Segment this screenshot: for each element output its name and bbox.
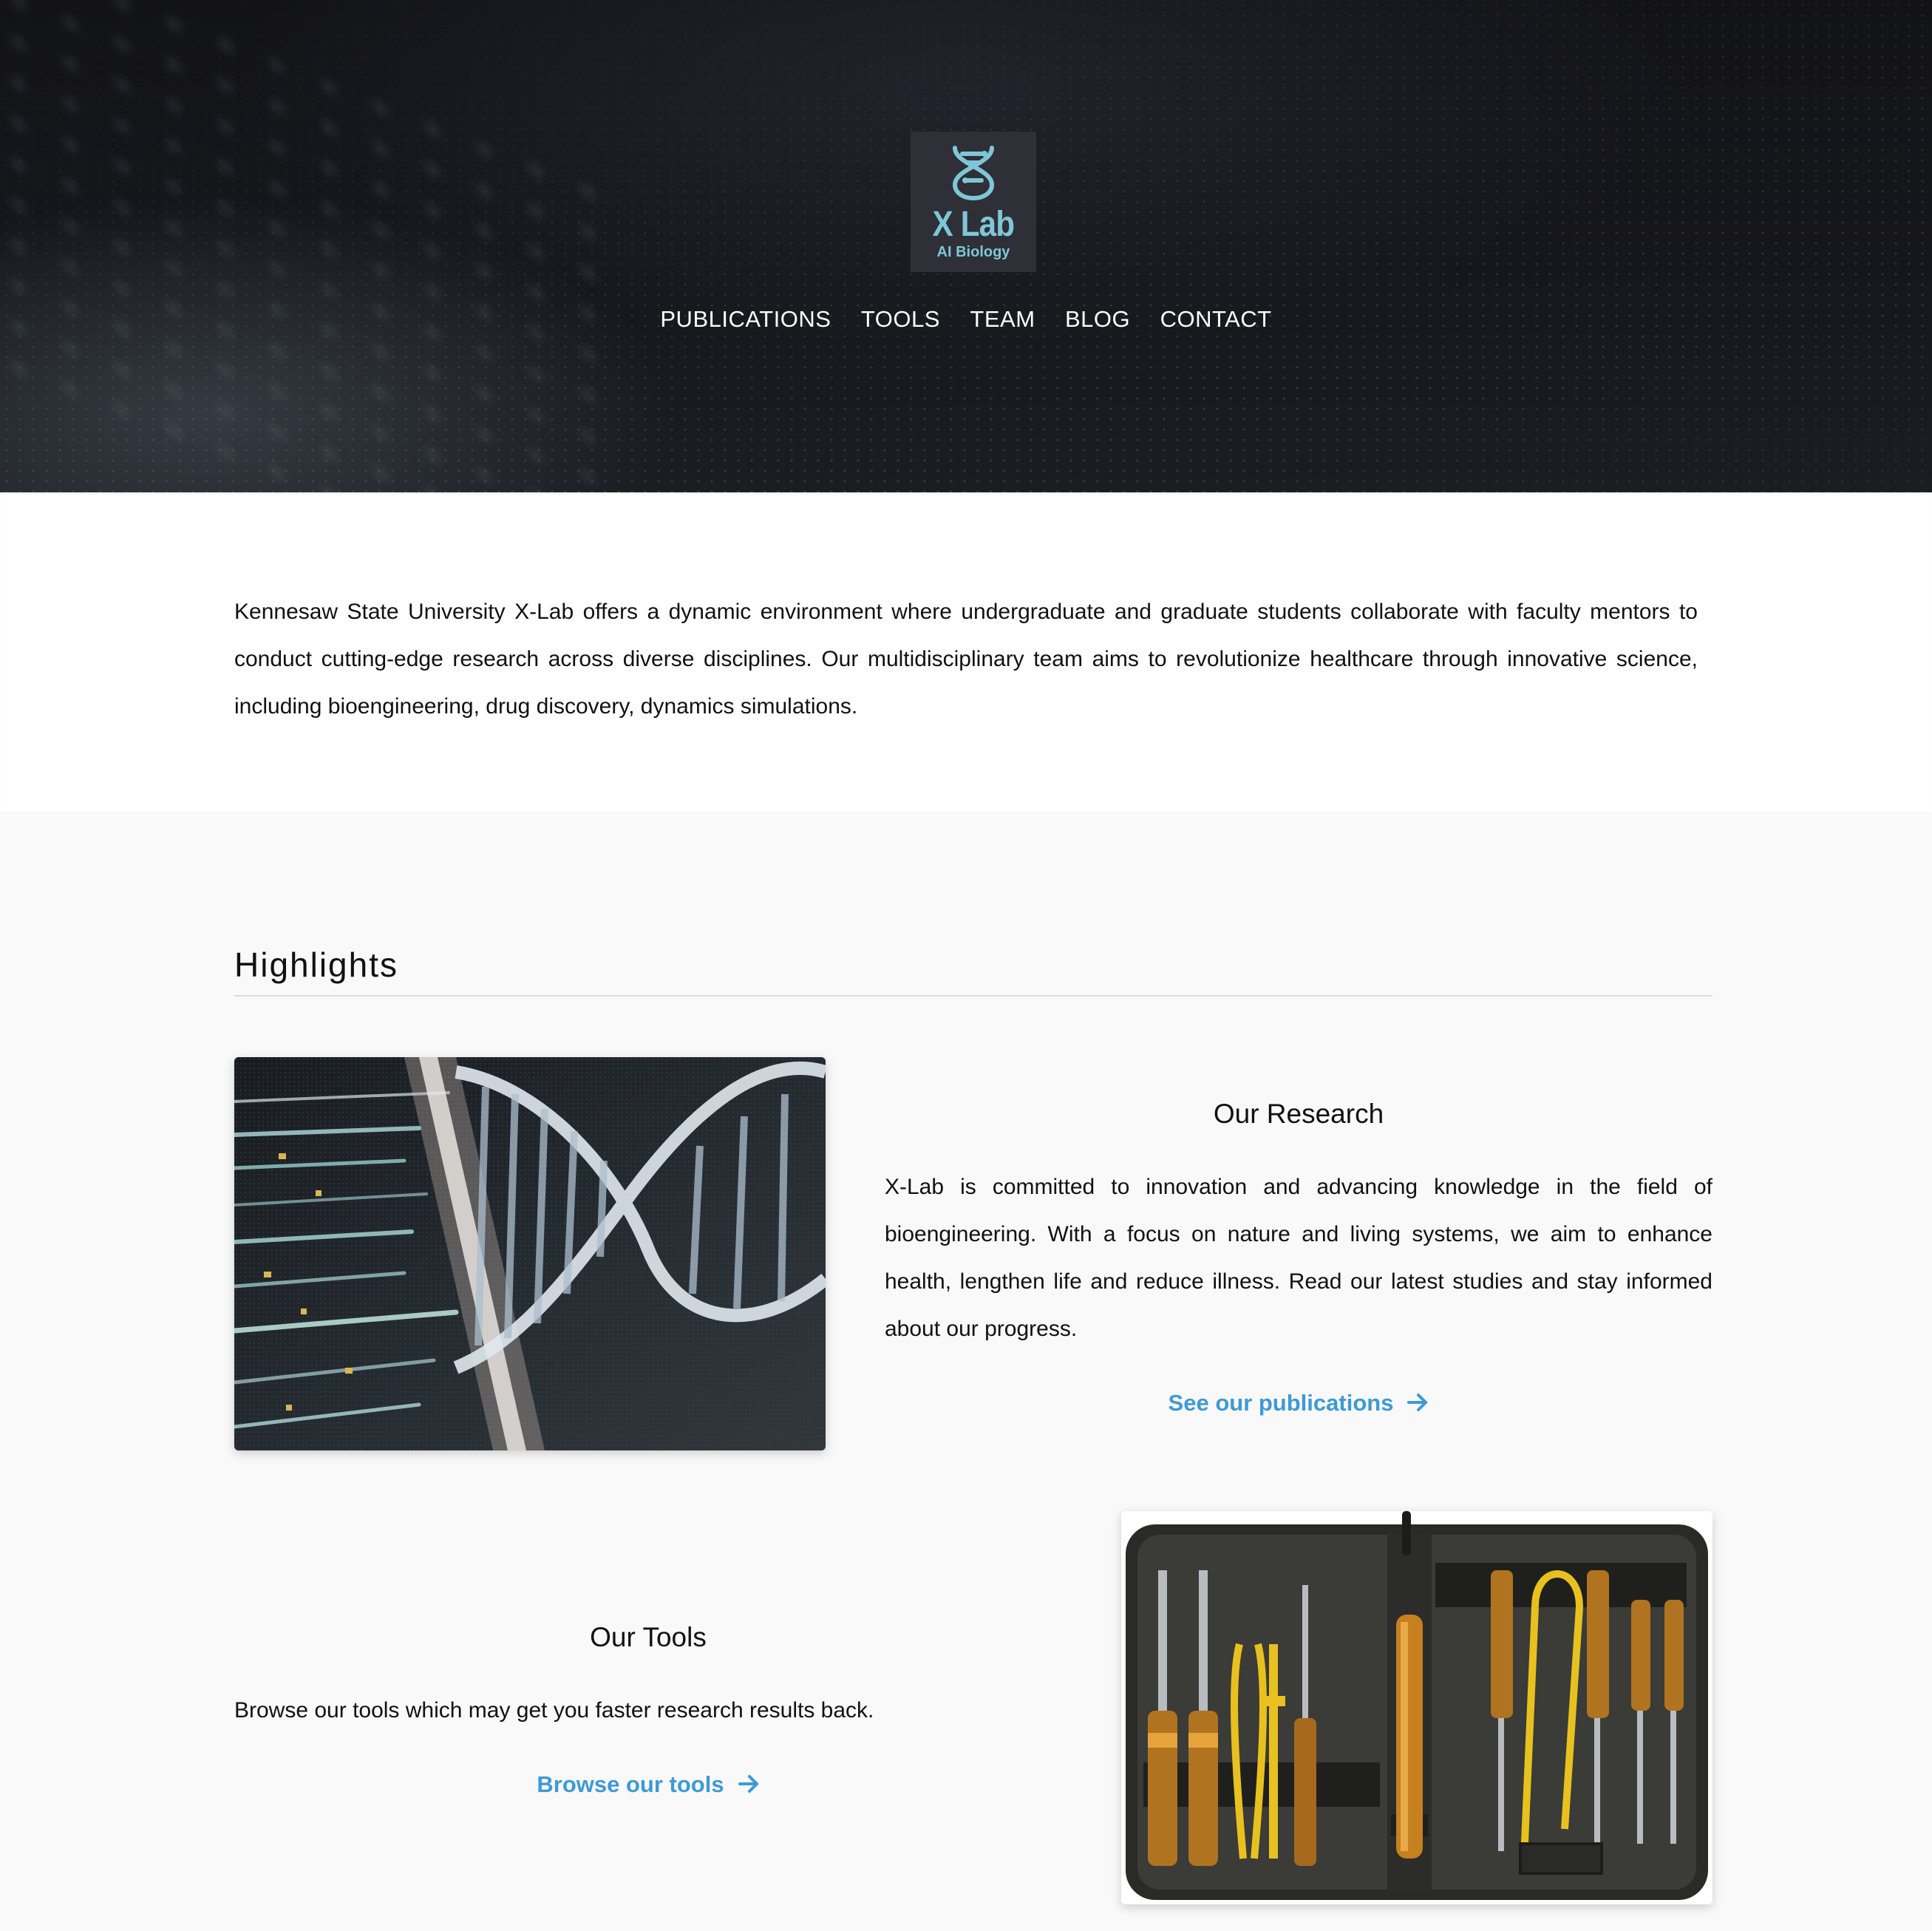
hero-header: X Lab AI Biology PUBLICATIONS TOOLS TEAM…	[0, 0, 1932, 492]
browse-tools-link[interactable]: Browse our tools	[234, 1771, 1062, 1799]
highlights-section: Highlights Our Research X-Lab is committ…	[0, 812, 1932, 1931]
research-block: Our Research X-Lab is committed to innov…	[885, 1099, 1712, 1418]
research-image	[234, 1057, 826, 1450]
highlights-divider	[234, 995, 1712, 997]
intro-section: Kennesaw State University X-Lab offers a…	[0, 492, 1932, 812]
nav-contact[interactable]: CONTACT	[1160, 306, 1272, 333]
dna-helix-icon	[952, 146, 995, 200]
research-heading: Our Research	[1213, 1099, 1384, 1129]
arrow-right-icon	[738, 1773, 760, 1799]
research-text: X-Lab is committed to innovation and adv…	[885, 1175, 1712, 1341]
see-publications-link[interactable]: See our publications	[885, 1390, 1712, 1418]
arrow-right-icon	[1407, 1391, 1429, 1418]
highlights-title: Highlights	[234, 946, 398, 984]
nav-blog[interactable]: BLOG	[1065, 306, 1130, 333]
intro-text: Kennesaw State University X-Lab offers a…	[234, 600, 1698, 719]
logo-subtitle: AI Biology	[936, 244, 1010, 260]
nav-team[interactable]: TEAM	[970, 306, 1035, 333]
see-publications-label: See our publications	[1168, 1390, 1394, 1416]
site-logo[interactable]: X Lab AI Biology	[911, 132, 1036, 272]
browse-tools-label: Browse our tools	[537, 1771, 724, 1797]
tools-text: Browse our tools which may get you faste…	[234, 1698, 874, 1723]
nav-tools[interactable]: TOOLS	[861, 306, 940, 333]
main-nav: PUBLICATIONS TOOLS TEAM BLOG CONTACT	[0, 306, 1932, 333]
tools-heading: Our Tools	[590, 1622, 707, 1652]
tools-block: Our Tools Browse our tools which may get…	[234, 1622, 1062, 1799]
tools-image	[1121, 1511, 1712, 1904]
logo-title: X Lab	[932, 205, 1015, 244]
nav-publications[interactable]: PUBLICATIONS	[660, 306, 831, 333]
